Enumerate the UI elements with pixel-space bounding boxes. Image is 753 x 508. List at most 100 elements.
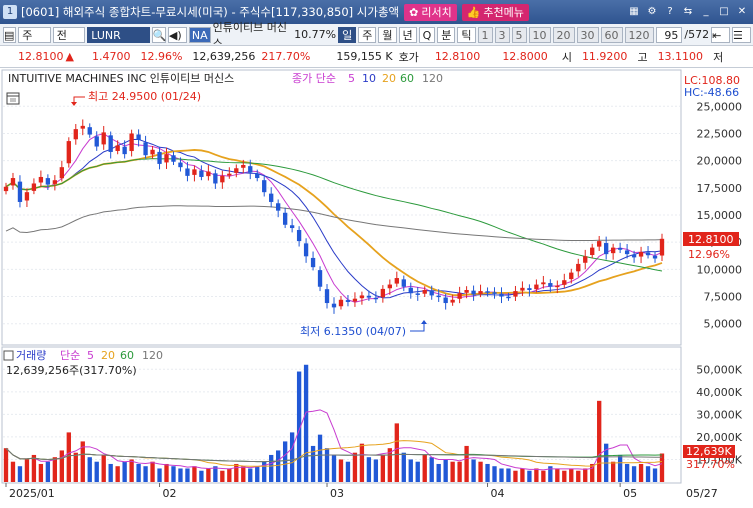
hc-value: HC:-48.66: [684, 86, 739, 99]
pin-icon[interactable]: ⇤: [711, 26, 731, 43]
volume-bar: [534, 468, 539, 482]
volume-bar: [45, 461, 51, 482]
volume-bar: [422, 454, 427, 482]
range-select[interactable]: 전: [52, 26, 86, 43]
volume-bar: [617, 454, 623, 482]
last-price-tag-text: 12.8100: [688, 233, 734, 246]
candle-body: [457, 293, 462, 299]
volume-bar: [352, 452, 358, 482]
volume-bar: [241, 466, 246, 482]
candle-body: [94, 136, 99, 147]
close-icon[interactable]: ✕: [734, 4, 750, 20]
last-volume-pct: 317.70%: [686, 458, 735, 471]
interval-minute[interactable]: 분: [437, 26, 456, 43]
candle-body: [227, 173, 232, 176]
interval-tick[interactable]: 틱: [457, 26, 476, 43]
candle-body: [241, 165, 246, 168]
candle-body: [143, 142, 148, 156]
interval-week[interactable]: 주: [358, 26, 377, 43]
last-volume-tag-text: 12,639K: [686, 445, 732, 458]
candle-body: [436, 295, 441, 298]
volume-bar: [471, 459, 476, 482]
calendar-icon[interactable]: [6, 92, 20, 105]
settings-icon[interactable]: ⚙: [644, 4, 660, 20]
interval-quarter[interactable]: Q: [418, 26, 436, 43]
volume-bar: [24, 459, 30, 482]
market-select[interactable]: 주: [18, 26, 51, 43]
chart-toolbar: ▤ 주 전 LUNR 🔍 ◀) NA 인튜이티브 머신스 10.77% 일 주 …: [0, 21, 753, 50]
recommend-menu-button[interactable]: 👍 추천메뉴: [461, 3, 529, 21]
maximize-icon[interactable]: □: [716, 4, 732, 20]
price-tick-label: 7,5000: [704, 291, 743, 304]
symbol-input[interactable]: LUNR: [87, 26, 150, 43]
interval-day[interactable]: 일: [338, 26, 357, 43]
volume-bar: [324, 448, 330, 482]
volume-bar: [164, 463, 169, 482]
minute-1[interactable]: 1: [477, 26, 493, 43]
list-icon[interactable]: ☰: [732, 26, 751, 43]
volume-bar: [108, 463, 113, 482]
candle-body: [527, 288, 532, 290]
minute-20[interactable]: 20: [552, 26, 575, 43]
volume-bar: [73, 452, 78, 482]
volume-bar: [576, 470, 581, 482]
candle-body: [122, 146, 127, 155]
ma20-label: 20: [382, 72, 396, 85]
volume-bar: [52, 457, 58, 482]
candle-body: [380, 288, 386, 298]
price-tick-label: 10,0000: [697, 263, 743, 276]
candle-body: [645, 252, 651, 256]
volume-bar: [443, 459, 448, 482]
volume-tick-label: 30,000K: [696, 408, 742, 421]
date-tick-label: 05: [623, 487, 637, 500]
volume-label: 거래량: [16, 349, 46, 362]
instrument-name: INTUITIVE MACHINES INC 인튜이티브 머신스: [8, 72, 234, 85]
candle-body: [129, 133, 134, 152]
candle-body: [73, 129, 78, 140]
price-tick-label: 25,0000: [697, 100, 743, 113]
minimize-icon[interactable]: _: [698, 4, 714, 20]
interval-month[interactable]: 월: [378, 26, 397, 43]
minute-30[interactable]: 30: [576, 26, 599, 43]
candle-body: [604, 243, 609, 255]
minute-3[interactable]: 3: [494, 26, 510, 43]
stock-chart[interactable]: 25,000022,500020,000017,500015,000012,50…: [0, 68, 753, 505]
volume-bar: [401, 452, 406, 482]
candle-body: [206, 171, 211, 177]
volume-bar: [157, 468, 162, 482]
candle-body: [45, 178, 51, 185]
research-button[interactable]: ✿ 리서치: [404, 3, 457, 21]
volume-bar: [234, 463, 239, 482]
symbol-search-icon[interactable]: 🔍: [151, 26, 167, 43]
minute-5[interactable]: 5: [511, 26, 527, 43]
candle-body: [450, 299, 455, 303]
volume-bar: [415, 461, 420, 482]
turnover-value: 159,155 K: [336, 50, 393, 63]
candle-body: [597, 241, 602, 247]
chart-area[interactable]: 25,000022,500020,000017,500015,000012,50…: [0, 68, 753, 505]
layout-icon[interactable]: ▦: [626, 4, 642, 20]
date-tick-label: 04: [491, 487, 505, 500]
volume-change-pct: 217.70%: [261, 50, 311, 63]
speaker-icon[interactable]: ◀): [167, 26, 187, 43]
count-input[interactable]: 95: [655, 26, 683, 43]
volume-bar: [380, 454, 386, 482]
volume-toggle-icon[interactable]: [3, 350, 14, 361]
grid-icon[interactable]: ▤: [3, 26, 17, 43]
candle-body: [576, 263, 581, 272]
candle-body: [276, 203, 281, 211]
interval-year[interactable]: 년: [398, 26, 417, 43]
help-icon[interactable]: ?: [662, 4, 678, 20]
minute-10[interactable]: 10: [528, 26, 551, 43]
candle-body: [569, 272, 574, 280]
volume-bar: [143, 466, 148, 482]
minute-120[interactable]: 120: [624, 26, 654, 43]
candle-body: [429, 290, 434, 296]
volume-bar: [122, 461, 127, 482]
link-icon[interactable]: ⇆: [680, 4, 696, 20]
minute-60[interactable]: 60: [600, 26, 623, 43]
volume-bar: [541, 470, 546, 482]
candle-body: [282, 212, 288, 225]
na-badge: NA: [188, 26, 211, 43]
volume-bar: [436, 463, 441, 482]
